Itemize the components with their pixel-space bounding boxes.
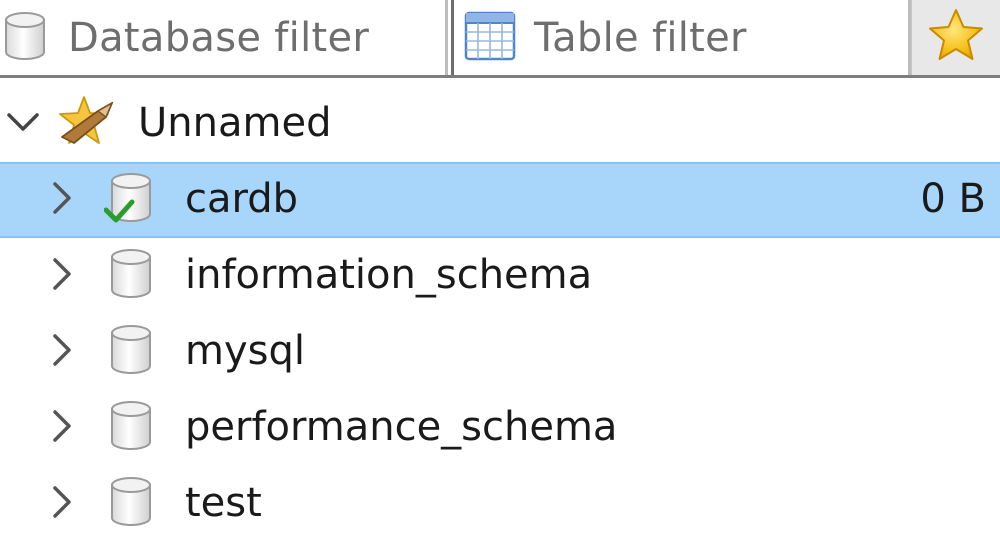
star-icon: [926, 7, 986, 69]
chevron-right-icon[interactable]: [50, 181, 74, 219]
filter-bar: Database filter Table filter: [0, 0, 1000, 78]
database-icon: [108, 322, 154, 382]
database-label: test: [185, 480, 262, 527]
table-filter-field[interactable]: Table filter: [451, 0, 911, 75]
session-icon: [54, 93, 118, 155]
database-active-icon: [103, 170, 158, 230]
chevron-right-icon[interactable]: [50, 409, 74, 447]
database-icon: [108, 474, 154, 534]
tree-row-cardb[interactable]: cardb 0 B: [0, 162, 1000, 238]
chevron-right-icon[interactable]: [50, 485, 74, 523]
favorites-button[interactable]: [911, 0, 1000, 75]
chevron-right-icon[interactable]: [50, 257, 74, 295]
database-icon: [108, 398, 154, 458]
tree-row-session[interactable]: Unnamed: [0, 86, 1000, 162]
chevron-right-icon[interactable]: [50, 333, 74, 371]
database-filter-field[interactable]: Database filter: [0, 0, 448, 75]
database-label: performance_schema: [185, 404, 618, 451]
database-size: 0 B: [920, 176, 986, 223]
database-icon: [108, 246, 154, 306]
table-icon: [464, 11, 516, 65]
tree-row-performance-schema[interactable]: performance_schema: [0, 390, 1000, 466]
database-label: information_schema: [185, 252, 593, 299]
tree-row-mysql[interactable]: mysql: [0, 314, 1000, 390]
database-tree-panel: Database filter Table filter Unnamed car…: [0, 0, 1000, 545]
database-label: cardb: [185, 176, 299, 223]
database-icon: [2, 10, 48, 66]
tree-row-test[interactable]: test: [0, 466, 1000, 542]
table-filter-placeholder: Table filter: [534, 14, 747, 61]
chevron-down-icon[interactable]: [6, 110, 40, 138]
database-label: mysql: [185, 328, 305, 375]
session-label: Unnamed: [138, 100, 332, 147]
database-filter-placeholder: Database filter: [68, 14, 370, 61]
tree-row-information-schema[interactable]: information_schema: [0, 238, 1000, 314]
